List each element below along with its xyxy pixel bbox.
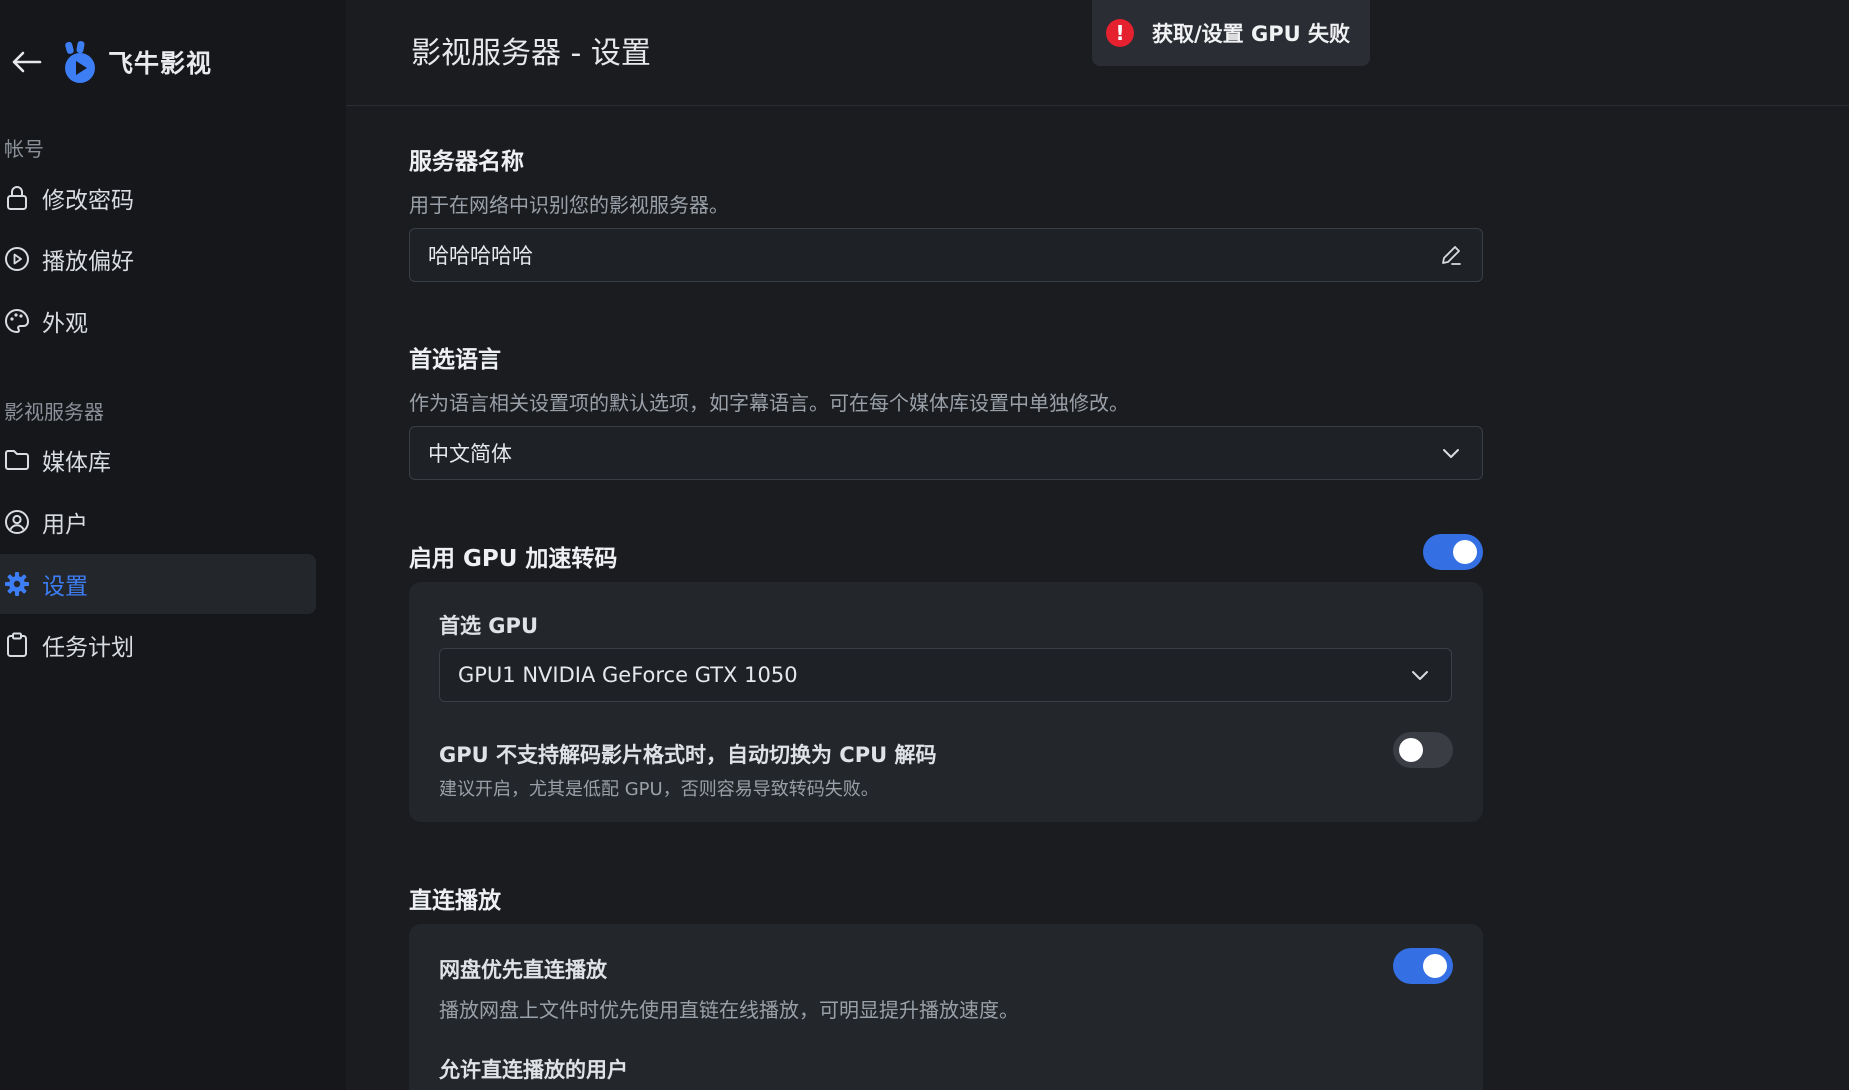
folder-icon	[4, 447, 30, 473]
sidebar-item-users[interactable]: 用户	[0, 492, 316, 552]
sidebar-item-settings[interactable]: 设置	[0, 554, 316, 614]
netdisk-direct-description: 播放网盘上文件时优先使用直链在线播放，可明显提升播放速度。	[439, 998, 1019, 1022]
preferred-gpu-select[interactable]: GPU1 NVIDIA GeForce GTX 1050	[439, 648, 1452, 702]
toast-message: 获取/设置 GPU 失败	[1152, 22, 1350, 46]
sidebar-item-play-preference[interactable]: 播放偏好	[0, 229, 316, 289]
clipboard-icon	[4, 632, 30, 658]
sidebar-item-label: 播放偏好	[42, 249, 134, 275]
sidebar-item-label: 外观	[42, 311, 88, 337]
sidebar: 飞牛影视 帐号 修改密码 播放偏好 外观 影视服务器 媒体库 用户 设置 任务计…	[0, 0, 346, 1090]
allowed-users-label: 允许直连播放的用户	[439, 1058, 628, 1082]
app-window: 飞牛影视 帐号 修改密码 播放偏好 外观 影视服务器 媒体库 用户 设置 任务计…	[0, 0, 1849, 1090]
cpu-fallback-toggle[interactable]	[1393, 732, 1453, 768]
sidebar-item-label: 任务计划	[42, 635, 134, 661]
sidebar-item-label: 用户	[42, 512, 88, 538]
language-selected-value: 中文简体	[428, 442, 512, 466]
toggle-knob	[1423, 954, 1447, 978]
chevron-down-icon	[1438, 440, 1464, 466]
sidebar-item-change-password[interactable]: 修改密码	[0, 168, 316, 228]
back-button[interactable]	[8, 44, 44, 80]
palette-icon	[4, 308, 30, 334]
chevron-down-icon	[1407, 668, 1433, 682]
server-name-field[interactable]: 哈哈哈哈哈	[409, 228, 1483, 282]
server-name-description: 用于在网络中识别您的影视服务器。	[409, 193, 729, 217]
direct-play-title: 直连播放	[409, 888, 501, 914]
app-logo-icon	[65, 41, 95, 83]
cpu-fallback-description: 建议开启，尤其是低配 GPU，否则容易导致转码失败。	[439, 779, 879, 800]
cpu-fallback-label: GPU 不支持解码影片格式时，自动切换为 CPU 解码	[439, 743, 937, 767]
lock-icon	[4, 185, 30, 211]
language-title: 首选语言	[409, 347, 501, 373]
user-circle-icon	[4, 509, 30, 535]
nav-group-account: 帐号	[4, 137, 44, 161]
sidebar-item-label: 媒体库	[42, 450, 111, 476]
sidebar-item-appearance[interactable]: 外观	[0, 291, 316, 351]
sidebar-item-task-schedule[interactable]: 任务计划	[0, 615, 316, 675]
error-toast: ! 获取/设置 GPU 失败	[1092, 0, 1370, 66]
direct-play-panel: 网盘优先直连播放 播放网盘上文件时优先使用直链在线播放，可明显提升播放速度。 允…	[409, 924, 1483, 1090]
gpu-acceleration-toggle[interactable]	[1423, 534, 1483, 570]
server-name-value: 哈哈哈哈哈	[428, 244, 533, 268]
netdisk-direct-toggle[interactable]	[1393, 948, 1453, 984]
sidebar-item-media-library[interactable]: 媒体库	[0, 430, 316, 490]
toggle-knob	[1399, 738, 1423, 762]
brand-name: 飞牛影视	[108, 49, 213, 78]
brand: 飞牛影视	[62, 40, 212, 84]
language-description: 作为语言相关设置项的默认选项，如字幕语言。可在每个媒体库设置中单独修改。	[409, 391, 1129, 415]
page-title: 影视服务器 - 设置	[411, 36, 651, 71]
main-content: 影视服务器 - 设置 ! 获取/设置 GPU 失败 服务器名称 用于在网络中识别…	[346, 0, 1849, 1090]
edit-icon[interactable]	[1438, 242, 1464, 268]
arrow-left-icon	[12, 51, 42, 73]
preferred-gpu-value: GPU1 NVIDIA GeForce GTX 1050	[458, 663, 798, 687]
nav-group-server: 影视服务器	[4, 400, 104, 424]
netdisk-direct-label: 网盘优先直连播放	[439, 958, 607, 982]
sidebar-item-label: 设置	[42, 574, 88, 600]
gpu-title: 启用 GPU 加速转码	[409, 546, 618, 572]
toggle-knob	[1453, 540, 1477, 564]
error-icon: !	[1106, 19, 1134, 47]
gear-icon	[4, 571, 30, 597]
play-circle-icon	[4, 246, 30, 272]
language-select[interactable]: 中文简体	[409, 426, 1483, 480]
preferred-gpu-label: 首选 GPU	[439, 614, 538, 638]
server-name-title: 服务器名称	[409, 149, 524, 175]
gpu-settings-panel: 首选 GPU GPU1 NVIDIA GeForce GTX 1050 GPU …	[409, 582, 1483, 822]
sidebar-item-label: 修改密码	[42, 188, 134, 214]
